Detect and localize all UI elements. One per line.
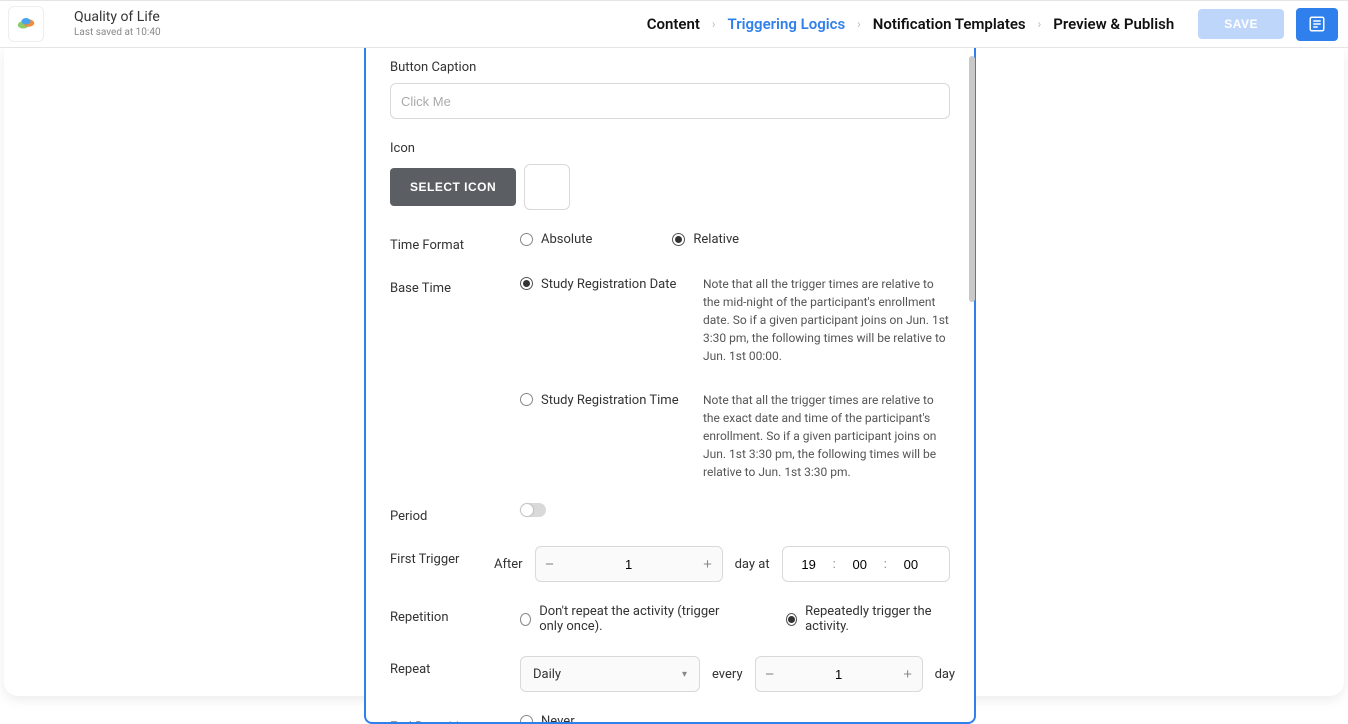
last-saved: Last saved at 10:40 (74, 27, 161, 39)
scroll-thumb[interactable] (969, 56, 975, 302)
radio-absolute[interactable]: Absolute (520, 232, 592, 247)
repeat-label: Repeat (390, 656, 520, 677)
button-caption-input[interactable] (390, 83, 950, 119)
base-time-label: Base Time (390, 275, 520, 296)
tab-content[interactable]: Content (647, 15, 700, 33)
chevron-right-icon: › (1038, 17, 1042, 31)
repetition-label: Repetition (390, 604, 520, 625)
repeat-mode-select[interactable]: Daily ▾ (520, 656, 700, 692)
radio-registration-date[interactable]: Study Registration Date (520, 275, 695, 365)
radio-repeat[interactable]: Repeatedly trigger the activity. (786, 604, 950, 634)
first-trigger-days-stepper[interactable]: − + (535, 546, 723, 582)
repeat-unit-label: day (935, 667, 955, 682)
page-title: Quality of Life (74, 9, 161, 26)
after-label: After (494, 557, 523, 572)
time-format-label: Time Format (390, 232, 520, 253)
minutes-input[interactable] (840, 556, 880, 573)
decrement-button[interactable]: − (536, 547, 564, 581)
panel-toggle-button[interactable] (1296, 8, 1338, 41)
first-trigger-days-input[interactable] (564, 547, 694, 581)
chevron-right-icon: › (712, 17, 716, 31)
registration-time-note: Note that all the trigger times are rela… (703, 391, 950, 481)
save-button[interactable]: SAVE (1198, 9, 1284, 39)
icon-label: Icon (390, 141, 950, 156)
repeat-interval-input[interactable] (784, 657, 894, 691)
period-toggle[interactable] (520, 503, 546, 517)
scrollbar[interactable] (964, 22, 980, 724)
increment-button[interactable]: + (694, 547, 722, 581)
list-panel-icon (1308, 15, 1326, 33)
day-at-label: day at (735, 557, 770, 572)
chevron-right-icon: › (857, 17, 861, 31)
tab-preview-publish[interactable]: Preview & Publish (1053, 15, 1174, 33)
button-caption-label: Button Caption (390, 60, 950, 75)
hours-input[interactable] (789, 556, 829, 573)
end-repetition-label: End Repetition (390, 714, 520, 724)
radio-no-repeat[interactable]: Don't repeat the activity (trigger only … (520, 604, 746, 634)
registration-date-note: Note that all the trigger times are rela… (703, 275, 950, 365)
app-logo[interactable] (8, 6, 44, 42)
decrement-button[interactable]: − (756, 657, 784, 691)
seconds-input[interactable] (891, 556, 931, 573)
first-trigger-label: First Trigger (390, 546, 494, 567)
radio-relative[interactable]: Relative (672, 232, 739, 247)
radio-end-never[interactable]: Never (520, 714, 950, 724)
icon-preview (524, 164, 570, 210)
select-icon-button[interactable]: SELECT ICON (390, 168, 516, 206)
tab-notification-templates[interactable]: Notification Templates (873, 15, 1026, 33)
first-trigger-time-input[interactable]: : : (782, 546, 950, 582)
chevron-down-icon: ▾ (682, 669, 687, 680)
period-label: Period (390, 503, 520, 524)
radio-registration-time[interactable]: Study Registration Time (520, 391, 695, 481)
repeat-interval-stepper[interactable]: − + (755, 656, 923, 692)
increment-button[interactable]: + (894, 657, 922, 691)
every-label: every (712, 667, 743, 682)
tab-triggering-logics[interactable]: Triggering Logics (728, 15, 846, 33)
